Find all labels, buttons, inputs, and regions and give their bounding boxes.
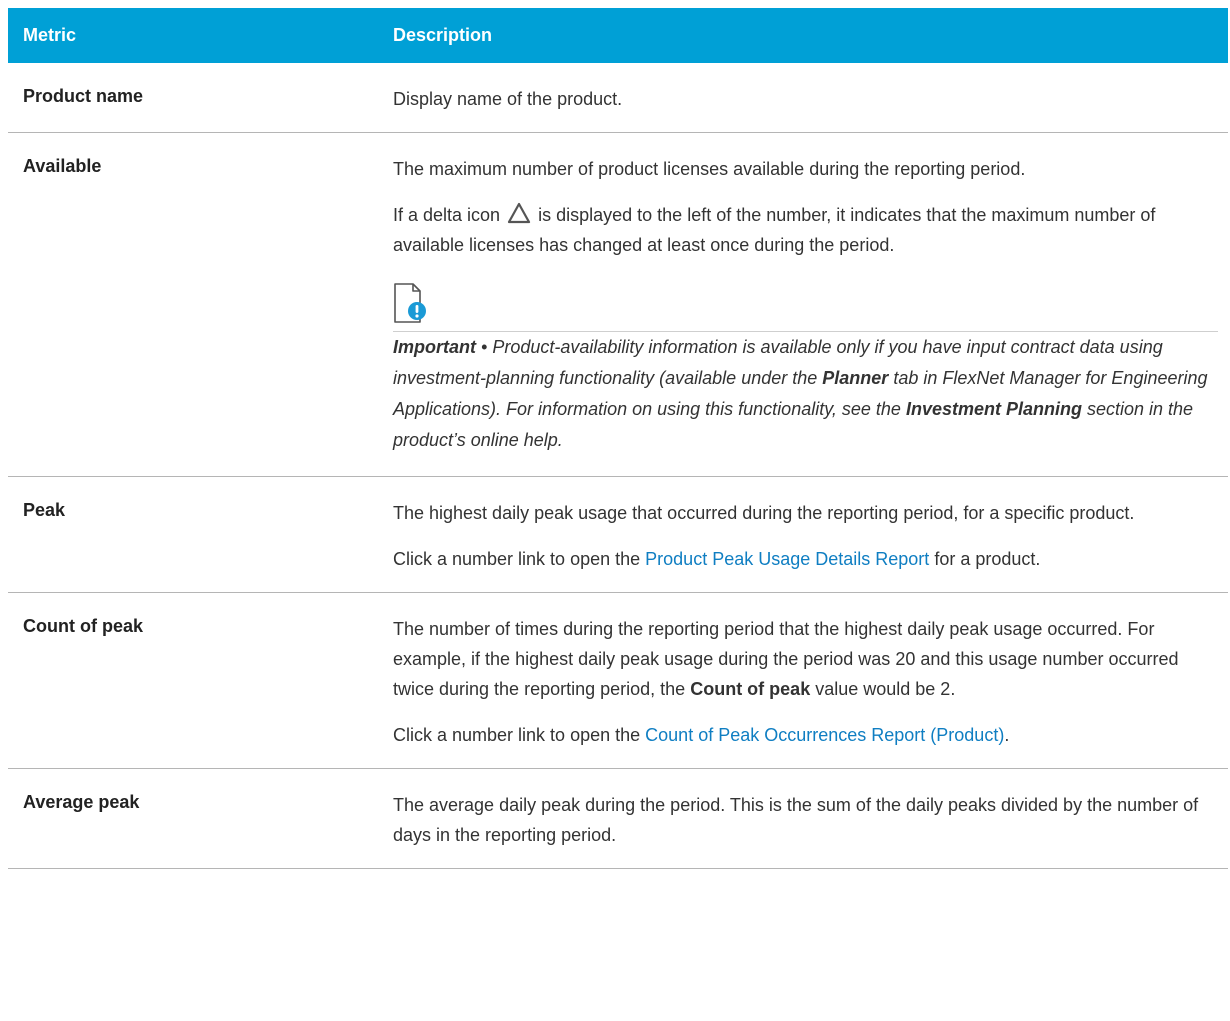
- description-text: The highest daily peak usage that occurr…: [393, 503, 1135, 523]
- description-text: Click a number link to open the Count of…: [393, 720, 1218, 750]
- description-text-part: Click a number link to open the: [393, 725, 641, 745]
- table-row-average-peak: Average peak The average daily peak duri…: [8, 768, 1228, 869]
- table-row-count-of-peak: Count of peak The number of times during…: [8, 592, 1228, 769]
- metric-description: The highest daily peak usage that occurr…: [378, 476, 1228, 593]
- important-note: Important • Product-availability informa…: [393, 276, 1218, 456]
- metric-description: Display name of the product.: [378, 63, 1228, 133]
- note-bullet: •: [481, 337, 488, 357]
- metric-description: The number of times during the reporting…: [378, 592, 1228, 769]
- note-bold-planner: Planner: [822, 368, 889, 388]
- description-text: Display name of the product.: [393, 89, 623, 109]
- description-text: Click a number link to open the Product …: [393, 544, 1218, 574]
- count-of-peak-occurrences-report-link[interactable]: Count of Peak Occurrences Report (Produc…: [645, 725, 1004, 745]
- description-text-part: value would be 2.: [815, 679, 956, 699]
- description-text: The maximum number of product licenses a…: [393, 159, 1026, 179]
- description-text: If a delta icon is displayed to the left…: [393, 200, 1218, 260]
- metric-name: Count of peak: [8, 592, 378, 769]
- description-text-part: .: [1004, 725, 1010, 745]
- table-header-row: Metric Description: [8, 8, 1228, 63]
- page: Metric Description Product name Display …: [0, 0, 1230, 1021]
- metrics-table: Metric Description Product name Display …: [8, 8, 1228, 869]
- note-bold-investment-planning: Investment Planning: [905, 399, 1082, 419]
- important-note-icon: [394, 283, 426, 323]
- description-text: The number of times during the reporting…: [393, 614, 1218, 704]
- description-text-part: If a delta icon: [393, 205, 501, 225]
- note-text: Important • Product-availability informa…: [393, 332, 1218, 456]
- metric-description: The maximum number of product licenses a…: [378, 132, 1228, 477]
- metric-description: The average daily peak during the period…: [378, 768, 1228, 869]
- description-text: The average daily peak during the period…: [393, 795, 1199, 845]
- column-header-metric: Metric: [8, 8, 378, 63]
- metric-name: Available: [8, 132, 378, 477]
- metric-name: Peak: [8, 476, 378, 593]
- description-bold-term: Count of peak: [690, 679, 811, 699]
- description-text-part: Click a number link to open the: [393, 549, 641, 569]
- description-text-part: for a product.: [934, 549, 1041, 569]
- note-label: Important: [393, 337, 476, 357]
- product-peak-usage-details-report-link[interactable]: Product Peak Usage Details Report: [645, 549, 929, 569]
- delta-icon: [507, 202, 531, 224]
- metric-name: Average peak: [8, 768, 378, 869]
- note-icon-row: [393, 276, 1218, 332]
- table-row-available: Available The maximum number of product …: [8, 132, 1228, 477]
- table-row-product-name: Product name Display name of the product…: [8, 63, 1228, 133]
- metric-name: Product name: [8, 63, 378, 133]
- table-row-peak: Peak The highest daily peak usage that o…: [8, 476, 1228, 593]
- column-header-description: Description: [378, 8, 1228, 63]
